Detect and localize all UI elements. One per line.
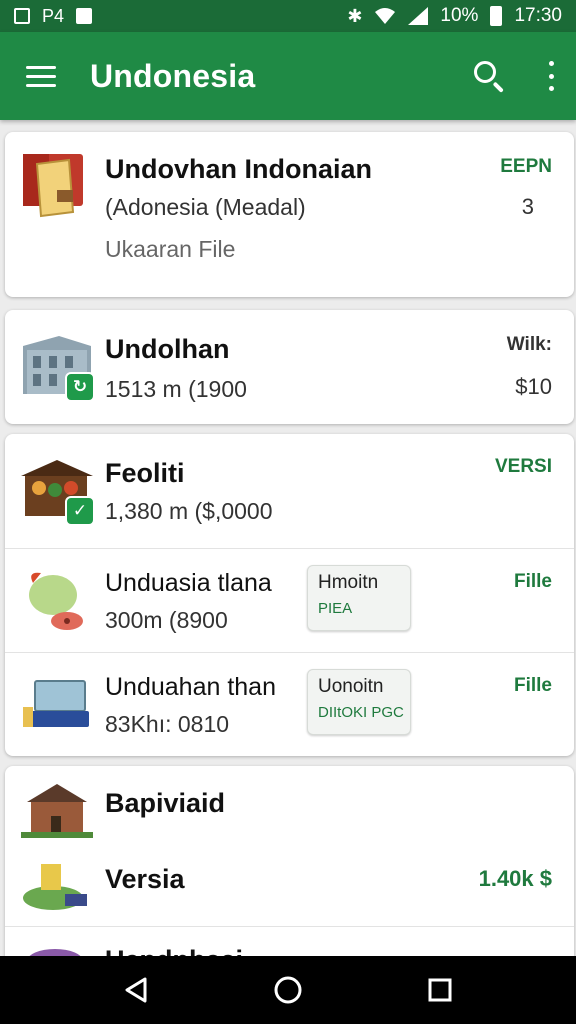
battery-icon bbox=[490, 6, 503, 26]
item-title: Undovhan Indonaian bbox=[105, 154, 372, 184]
file-chip[interactable]: Uonoitn DIItOKI PGC bbox=[307, 669, 411, 735]
list-item[interactable]: Unduasia tlana 300m (8900 Hmoitn PIEA Fi… bbox=[5, 548, 574, 652]
wifi-icon bbox=[375, 8, 396, 24]
item-subtitle: 83Khı: 0810 bbox=[105, 711, 230, 737]
package-icon bbox=[23, 864, 87, 910]
pdf-notification-icon bbox=[76, 8, 93, 24]
bluetooth-icon: ✱ bbox=[347, 6, 363, 26]
page-title: Undonesia bbox=[90, 57, 256, 94]
recents-icon[interactable] bbox=[418, 968, 462, 1012]
item-side-label: Fille bbox=[513, 571, 552, 592]
clock: 17:30 bbox=[514, 5, 562, 26]
list-item[interactable]: ✓ Feoliti 1,380 m ($,0000 VERSI bbox=[5, 434, 574, 548]
fruit-icon bbox=[29, 572, 83, 630]
item-detail: Ukaaran File bbox=[105, 236, 236, 262]
list-item[interactable]: Unduahan than 83Khı: 0810 Uonoitn DIItOK… bbox=[5, 652, 574, 756]
menu-icon[interactable] bbox=[26, 60, 58, 92]
list-item[interactable]: Versia 1.40k $ bbox=[5, 842, 574, 926]
chip-label: Uonoitn bbox=[318, 676, 384, 697]
item-side-label: Fille bbox=[513, 675, 552, 696]
system-nav-bar bbox=[0, 956, 576, 1024]
item-subtitle: 1513 m (1900 bbox=[105, 376, 247, 402]
search-icon[interactable] bbox=[472, 59, 506, 93]
notification-icon bbox=[14, 8, 30, 24]
list-item[interactable]: Undovhan Indonaian (Adonesia (Meadal) Uk… bbox=[5, 132, 574, 297]
home-icon[interactable] bbox=[266, 968, 310, 1012]
app-toolbar: Undonesia bbox=[0, 32, 576, 120]
chip-sublabel: PIEA bbox=[318, 600, 353, 617]
checked-badge-icon: ✓ bbox=[65, 496, 95, 526]
status-left: P4 bbox=[14, 6, 93, 26]
chip-sublabel: DIItOKI PGC bbox=[318, 704, 404, 721]
house-icon bbox=[21, 784, 93, 838]
list-card: ✓ Feoliti 1,380 m ($,0000 VERSI Unduasia… bbox=[5, 434, 574, 756]
computer-icon bbox=[23, 680, 89, 727]
chip-label: Hmoitn bbox=[318, 572, 379, 593]
status-left-text: P4 bbox=[42, 6, 65, 26]
item-title: Uepdnhaai bbox=[105, 945, 243, 956]
item-title: Undolhan bbox=[105, 334, 230, 364]
download-list: Undovhan Indonaian (Adonesia (Meadal) Uk… bbox=[0, 120, 576, 956]
item-thumbnail-icon bbox=[29, 949, 81, 956]
item-side-value: $10 bbox=[515, 374, 552, 399]
item-title: Unduasia tlana bbox=[105, 569, 272, 597]
item-title: Bapiviaid bbox=[105, 788, 226, 818]
signal-icon bbox=[408, 7, 429, 25]
item-subtitle: 1,380 m ($,0000 bbox=[105, 498, 273, 524]
battery-percent: 10% bbox=[440, 5, 479, 26]
list-card: Undovhan Indonaian (Adonesia (Meadal) Uk… bbox=[5, 132, 574, 297]
item-side-label: VERSI bbox=[494, 456, 552, 477]
list-item[interactable]: ↻ Undolhan 1513 m (1900 Wilk: $10 bbox=[5, 310, 574, 424]
item-side-label: Wilk: bbox=[506, 334, 552, 355]
theater-folder-icon bbox=[23, 154, 83, 218]
status-right: ✱ 10% 17:30 bbox=[347, 5, 562, 27]
back-icon[interactable] bbox=[114, 968, 158, 1012]
item-title: Feoliti bbox=[105, 458, 185, 488]
item-side-label: 1.40k $ bbox=[478, 866, 552, 891]
item-subtitle: 300m (8900 bbox=[105, 607, 228, 633]
list-item[interactable]: Uepdnhaai bbox=[5, 926, 574, 956]
file-chip[interactable]: Hmoitn PIEA bbox=[307, 565, 411, 631]
item-title: Unduahan than bbox=[105, 673, 276, 701]
list-card: Bapiviaid Versia 1.40k $ Uepdnhaai bbox=[5, 766, 574, 956]
item-title: Versia bbox=[105, 864, 185, 894]
toolbar-actions bbox=[472, 59, 556, 93]
more-vert-icon[interactable] bbox=[546, 61, 556, 91]
item-subtitle: (Adonesia (Meadal) bbox=[105, 194, 306, 220]
status-bar: P4 ✱ 10% 17:30 bbox=[0, 0, 576, 32]
item-side-label: EEPN bbox=[500, 156, 552, 177]
list-card: ↻ Undolhan 1513 m (1900 Wilk: $10 bbox=[5, 310, 574, 424]
sync-badge-icon: ↻ bbox=[65, 372, 95, 402]
list-item[interactable]: Bapiviaid bbox=[5, 766, 574, 842]
item-side-value: 3 bbox=[521, 194, 534, 219]
